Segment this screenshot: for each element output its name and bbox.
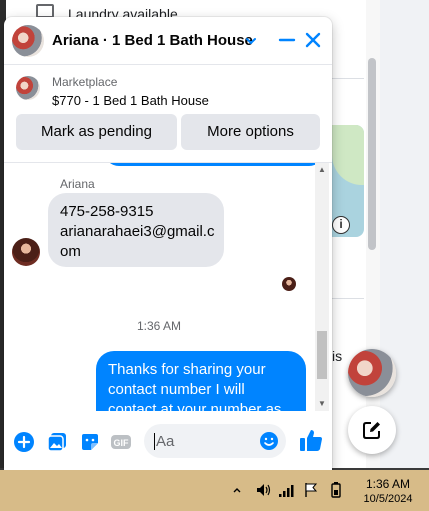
divider [332, 78, 364, 79]
listing-item[interactable]: $770 - 1 Bed 1 Bath House [52, 93, 209, 108]
message-timestamp: 1:36 AM [136, 319, 182, 333]
background-right-panel [380, 0, 429, 468]
marketplace-listing: Marketplace $770 - 1 Bed 1 Bath House Ma… [4, 65, 332, 163]
seen-indicator-avatar [282, 277, 296, 291]
add-circle-icon[interactable] [13, 431, 35, 453]
outgoing-message[interactable]: Thanks for sharing your contact number I… [96, 351, 306, 411]
close-icon[interactable] [302, 29, 324, 51]
signal-icon[interactable] [278, 482, 296, 498]
photo-icon[interactable] [46, 431, 68, 453]
clock-time[interactable]: 1:36 AM [358, 477, 418, 491]
page-scrollbar-thumb[interactable] [368, 58, 376, 250]
info-icon[interactable]: i [332, 216, 350, 234]
new-message-button[interactable] [348, 406, 396, 454]
partial-text: is [332, 348, 343, 364]
mark-as-pending-button[interactable]: Mark as pending [16, 114, 177, 150]
svg-text:GIF: GIF [114, 438, 130, 448]
incoming-line: om [60, 243, 81, 260]
message-input[interactable]: Aa [144, 424, 286, 458]
thumbs-up-icon[interactable] [298, 427, 324, 453]
message-scrollbar-thumb[interactable] [317, 331, 327, 379]
chat-header: Ariana · 1 Bed 1 Bath House [4, 17, 332, 65]
laundry-icon [36, 4, 54, 18]
chevron-down-icon[interactable] [244, 34, 258, 48]
taskbar: 1:36 AM 10/5/2024 [0, 470, 429, 511]
incoming-line: 475-258-9315 [60, 203, 154, 220]
chat-title[interactable]: Ariana · 1 Bed 1 Bath House [52, 32, 253, 49]
listing-thumbnail[interactable] [16, 76, 40, 100]
divider [332, 298, 364, 299]
speaker-icon[interactable] [255, 482, 271, 498]
gif-icon[interactable]: GIF [110, 431, 132, 453]
compose-icon [363, 422, 380, 439]
more-options-button[interactable]: More options [181, 114, 320, 150]
incoming-line: arianarahaei3@gmail.c [60, 223, 215, 240]
outgoing-line: contact number I will [108, 381, 245, 398]
flag-icon[interactable] [303, 482, 319, 498]
emoji-icon[interactable] [259, 431, 279, 451]
outgoing-line: Thanks for sharing your [108, 361, 266, 378]
message-composer: GIF Aa [4, 419, 332, 465]
incoming-message[interactable]: 475-258-9315 arianarahaei3@gmail.c om [48, 193, 224, 267]
scroll-up-arrow-icon[interactable]: ▲ [315, 163, 329, 177]
conversation-avatar[interactable] [12, 25, 44, 57]
sender-name: Ariana [60, 177, 95, 191]
text-caret [154, 433, 155, 450]
chat-head-avatar[interactable] [348, 349, 396, 397]
message-list: Ariana 475-258-9315 arianarahaei3@gmail.… [4, 163, 332, 411]
clock-date[interactable]: 10/5/2024 [358, 493, 418, 505]
chat-window: Ariana · 1 Bed 1 Bath House Marketplace … [4, 17, 332, 470]
battery-icon[interactable] [328, 482, 344, 498]
minimize-icon[interactable] [276, 29, 298, 51]
sender-avatar[interactable] [12, 238, 40, 266]
listing-label: Marketplace [52, 75, 118, 89]
outgoing-line: contact at your number as [108, 401, 282, 411]
previous-message-bubble [104, 163, 324, 166]
scroll-down-arrow-icon[interactable]: ▼ [315, 397, 329, 411]
sticker-icon[interactable] [79, 431, 101, 453]
message-input-placeholder: Aa [156, 433, 175, 450]
chevron-up-icon[interactable] [232, 482, 242, 498]
